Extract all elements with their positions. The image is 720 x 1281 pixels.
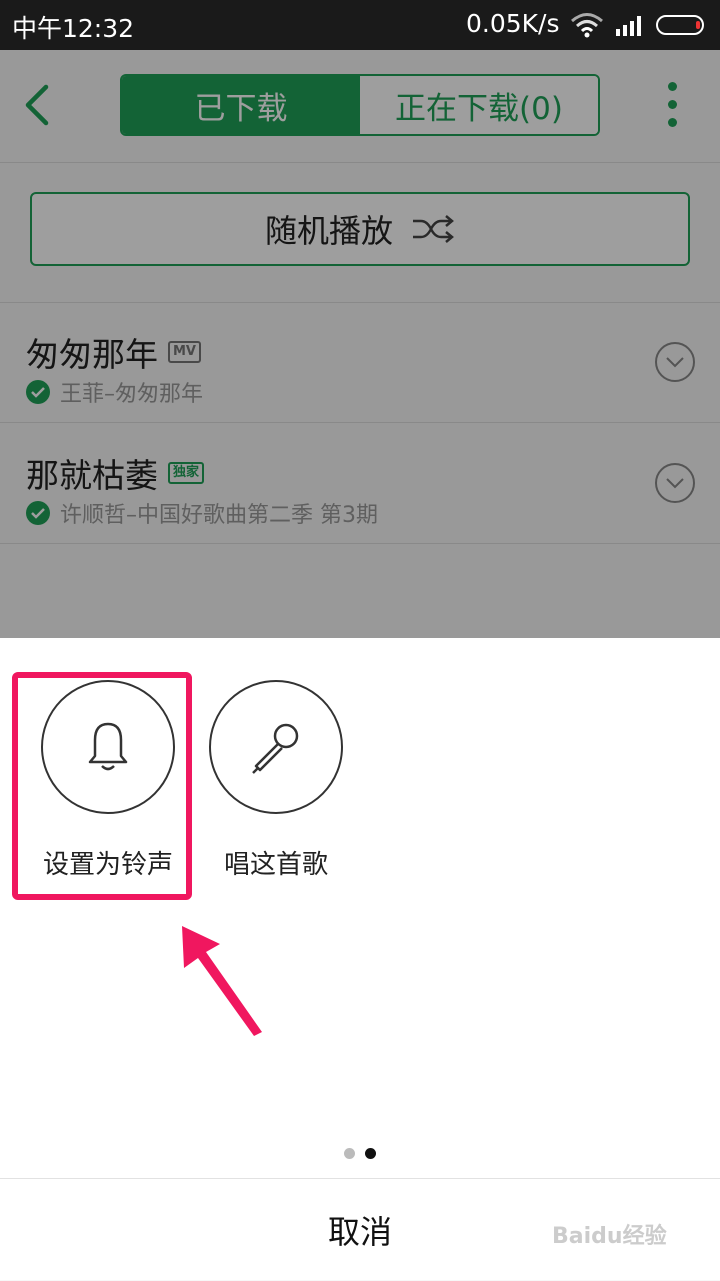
sing-song-label: 唱这首歌 [223,850,328,880]
dim-overlay[interactable] [0,50,720,638]
page-dot[interactable] [344,1148,355,1159]
signal-icon [616,16,641,36]
page-dot-active[interactable] [365,1148,376,1159]
status-bar: 中午12:32 0.05K/s [0,0,720,50]
sing-song-button[interactable]: 唱这首歌 [209,680,343,881]
highlight-box [12,672,192,900]
watermark-logo: Baidu经验 [552,1224,667,1249]
status-time: 中午12:32 [12,14,135,43]
page-indicator [344,1148,376,1159]
microphone-icon [252,723,299,774]
sing-circle [209,680,343,814]
action-sheet: 设置为铃声 唱这首歌 取消 [0,638,720,1280]
network-speed: 0.05K/s [466,9,560,38]
wifi-icon [571,13,603,38]
battery-icon [656,15,704,35]
annotation-arrow [182,926,262,1036]
